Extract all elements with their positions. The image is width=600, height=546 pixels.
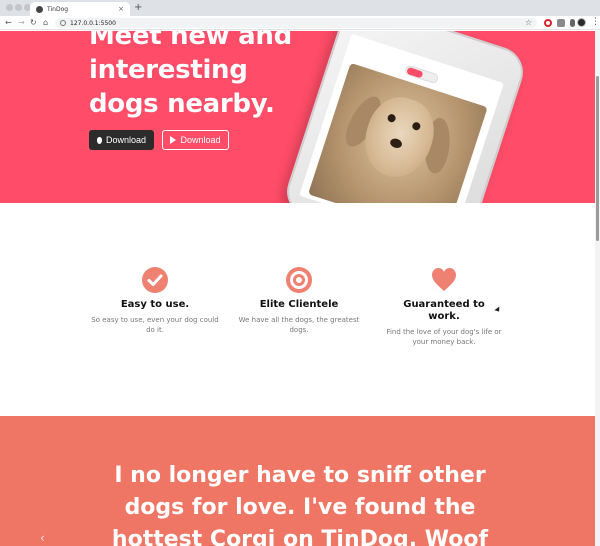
page-viewport: Meet new and interesting dogs nearby. Do…	[0, 31, 600, 546]
carousel-prev-icon[interactable]: ‹	[40, 532, 45, 544]
reload-icon[interactable]: ↻	[30, 18, 37, 28]
browser-toolbar: ← → ↻ ⌂ 127.0.0.1:5500 ☆ ⋮	[0, 16, 600, 30]
window-minimize-control[interactable]	[15, 4, 22, 11]
back-arrow-icon[interactable]: ←	[5, 18, 12, 28]
tab-title: TinDog	[47, 5, 69, 13]
window-close-control[interactable]	[6, 4, 13, 11]
features-section: Easy to use. So easy to use, even your d…	[0, 203, 600, 416]
extension-icon[interactable]	[557, 19, 565, 27]
browser-tab[interactable]: TinDog ×	[30, 2, 130, 16]
microphone-icon[interactable]	[570, 19, 575, 27]
download-google-play-button[interactable]: Download	[162, 130, 229, 150]
phone-screen	[299, 33, 504, 203]
google-play-icon	[170, 136, 177, 144]
download-google-label: Download	[180, 135, 221, 145]
opera-extension-icon[interactable]	[544, 19, 552, 27]
feature-elite-clientele: Elite Clientele We have all the dogs, th…	[234, 267, 364, 335]
testimonial-section: I no longer have to sniff other dogs for…	[0, 416, 600, 546]
heart-icon	[432, 268, 456, 291]
download-apple-button[interactable]: Download	[89, 130, 154, 150]
feature-text: We have all the dogs, the greatest dogs.	[238, 316, 360, 334]
forward-arrow-icon[interactable]: →	[18, 18, 25, 28]
url-text[interactable]: 127.0.0.1:5500	[70, 20, 525, 27]
feature-easy-to-use: Easy to use. So easy to use, even your d…	[90, 267, 220, 335]
tab-close-icon[interactable]: ×	[118, 5, 124, 13]
page-scrollbar[interactable]	[595, 31, 600, 546]
dog-photo	[308, 62, 488, 203]
hero-section: Meet new and interesting dogs nearby. Do…	[0, 31, 600, 203]
hero-title: Meet new and interesting dogs nearby.	[89, 31, 292, 119]
new-tab-button[interactable]: +	[134, 2, 142, 14]
check-circle-icon	[142, 267, 168, 293]
feature-guaranteed: Guaranteed to work. Find the love of you…	[379, 267, 509, 347]
browser-tab-bar: TinDog × +	[0, 0, 600, 16]
feature-title: Easy to use.	[120, 299, 190, 310]
browser-menu-icon[interactable]: ⋮	[591, 17, 600, 27]
apple-icon	[97, 136, 102, 144]
profile-avatar[interactable]	[577, 18, 586, 27]
globe-icon	[36, 5, 43, 13]
scrollbar-thumb[interactable]	[596, 76, 599, 241]
feature-title: Guaranteed to work.	[403, 299, 485, 322]
address-bar[interactable]: 127.0.0.1:5500 ☆	[55, 18, 537, 28]
feature-text: So easy to use, even your dog could do i…	[91, 316, 219, 334]
feature-text: Find the love of your dog's life or your…	[386, 328, 502, 346]
site-info-icon[interactable]	[60, 20, 66, 26]
bullseye-icon	[286, 267, 312, 293]
feature-title: Elite Clientele	[259, 299, 339, 310]
home-icon[interactable]: ⌂	[43, 18, 48, 28]
download-apple-label: Download	[105, 135, 146, 145]
bookmark-star-icon[interactable]: ☆	[525, 19, 532, 27]
testimonial-quote: I no longer have to sniff other dogs for…	[111, 463, 489, 546]
